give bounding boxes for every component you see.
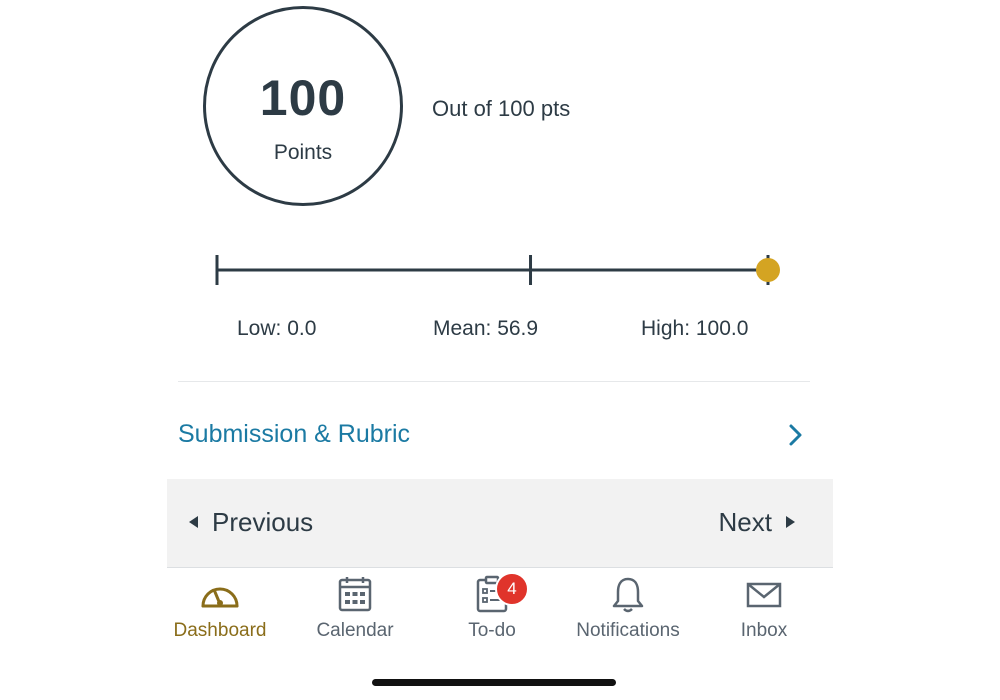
section-divider bbox=[178, 381, 810, 382]
bell-icon bbox=[563, 574, 693, 614]
tab-dashboard[interactable]: Dashboard bbox=[155, 574, 285, 654]
submission-rubric-label: Submission & Rubric bbox=[178, 420, 411, 448]
your-score-marker bbox=[756, 258, 780, 282]
tab-inbox[interactable]: Inbox bbox=[699, 574, 829, 654]
tab-notifications[interactable]: Notifications bbox=[563, 574, 693, 654]
tab-todo-label: To-do bbox=[468, 620, 516, 641]
tab-dashboard-label: Dashboard bbox=[173, 620, 267, 641]
tab-todo[interactable]: 4 To-do bbox=[427, 572, 557, 654]
previous-label: Previous bbox=[212, 507, 314, 537]
high-score-label: High: 100.0 bbox=[641, 317, 749, 340]
chevron-right-icon bbox=[788, 423, 804, 452]
submission-rubric-link[interactable]: Submission & Rubric bbox=[178, 410, 810, 460]
tab-notifications-label: Notifications bbox=[576, 620, 680, 641]
todo-icon bbox=[427, 574, 557, 614]
todo-count-badge: 4 bbox=[495, 572, 529, 606]
score-distribution bbox=[215, 255, 780, 285]
dashboard-icon bbox=[155, 574, 285, 614]
pager-bar: Previous Next bbox=[167, 479, 833, 568]
next-label: Next bbox=[718, 507, 772, 537]
triangle-left-icon bbox=[189, 516, 198, 529]
next-button[interactable]: Next bbox=[719, 507, 795, 538]
tab-inbox-label: Inbox bbox=[740, 620, 788, 641]
inbox-icon bbox=[699, 574, 829, 614]
tab-calendar-label: Calendar bbox=[316, 620, 394, 641]
low-score-label: Low: 0.0 bbox=[237, 317, 317, 340]
mean-score-label: Mean: 56.9 bbox=[433, 317, 539, 340]
calendar-icon bbox=[290, 574, 420, 614]
tab-calendar[interactable]: Calendar bbox=[290, 574, 420, 654]
home-indicator[interactable] bbox=[372, 679, 616, 686]
triangle-right-icon bbox=[786, 516, 795, 529]
previous-button[interactable]: Previous bbox=[189, 507, 313, 538]
